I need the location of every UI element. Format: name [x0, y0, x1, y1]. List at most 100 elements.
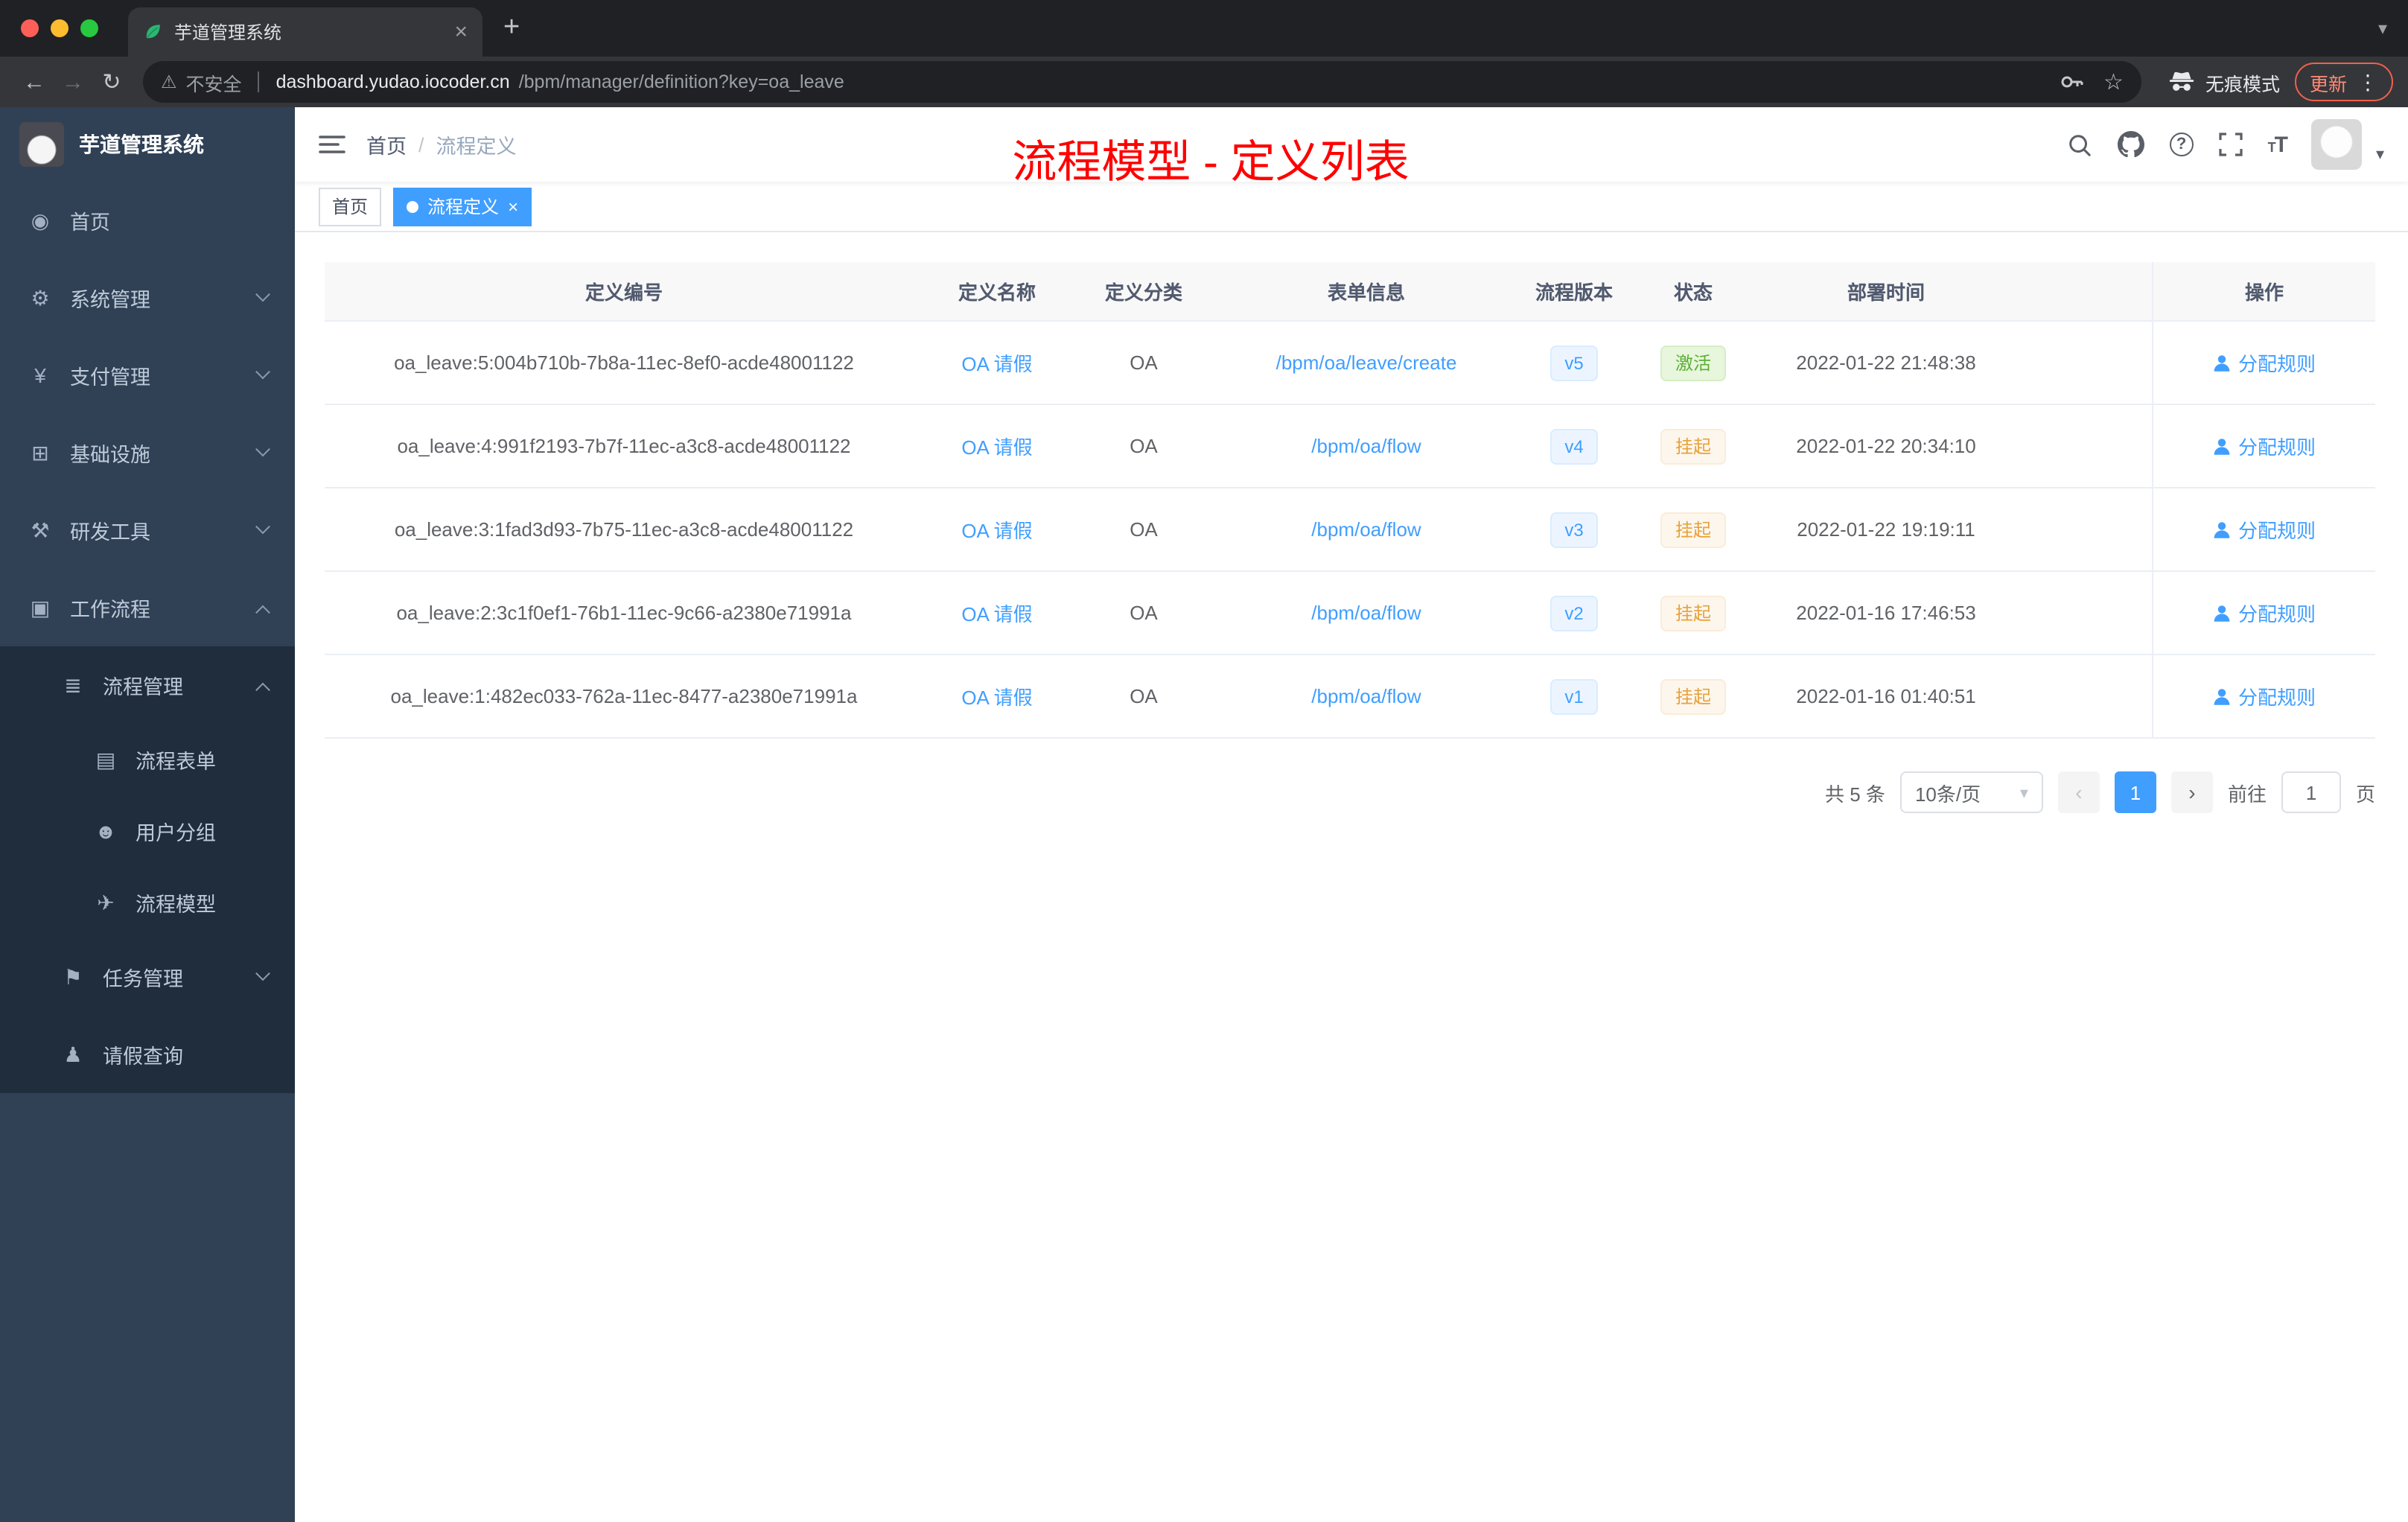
assign-rule-link[interactable]: 分配规则 [2213, 599, 2316, 627]
browser-menu-icon[interactable]: ⋮ [2357, 69, 2378, 95]
security-label: 不安全 [185, 74, 242, 95]
search-icon[interactable] [2067, 132, 2092, 157]
github-icon[interactable] [2117, 131, 2144, 158]
content-area: 定义编号 定义名称 定义分类 表单信息 流程版本 状态 部署时间 操作 oa_l… [295, 232, 2408, 1522]
chevron-icon [255, 965, 270, 981]
security-warning-icon: ⚠ [161, 71, 177, 92]
reload-icon[interactable]: ↻ [92, 63, 131, 101]
back-icon[interactable]: ← [15, 63, 54, 101]
browser-tab[interactable]: 芋道管理系统 × [128, 7, 482, 57]
assign-rule-link[interactable]: 分配规则 [2213, 682, 2316, 710]
form-link[interactable]: /bpm/oa/flow [1311, 518, 1421, 541]
sidebar-item-process-management[interactable]: ≣ 流程管理 [0, 646, 295, 724]
tab-search-icon[interactable]: ▾ [2378, 18, 2387, 39]
form-link[interactable]: /bpm/oa/leave/create [1276, 351, 1457, 374]
definition-name-link[interactable]: OA 请假 [961, 432, 1032, 460]
close-window-button[interactable] [21, 19, 39, 37]
devtools-icon: ⚒ [31, 518, 50, 541]
version-tag: v4 [1549, 428, 1599, 464]
status-tag: 挂起 [1660, 428, 1726, 464]
font-size-icon[interactable]: TT [2268, 132, 2288, 157]
sidebar-item[interactable]: ⚙ 系统管理 [0, 259, 295, 337]
col-deploy-time: 部署时间 [1847, 281, 1925, 304]
table-header: 定义编号 定义名称 定义分类 表单信息 流程版本 状态 部署时间 操作 [325, 262, 2375, 322]
address-bar[interactable]: ⚠ 不安全 dashboard.yudao.iocoder.cn /bpm/ma… [143, 61, 2141, 103]
breadcrumb-home[interactable]: 首页 [366, 130, 407, 159]
sidebar-item[interactable]: ♟ 请假查询 [0, 1016, 295, 1093]
assign-rule-link[interactable]: 分配规则 [2213, 348, 2316, 377]
deploy-time: 2022-01-22 20:34:10 [1796, 435, 1976, 457]
app-title: 芋道管理系统 [79, 133, 204, 156]
tab-close-icon[interactable]: × [454, 19, 468, 45]
sidebar-menu: ◉ 首页 ⚙ 系统管理 ¥ 支付管理 ⊞ 基础设施 ⚒ 研发工具 ▣ 工作流程 [0, 182, 295, 646]
url-path: /bpm/manager/definition?key=oa_leave [518, 71, 844, 92]
sidebar-item[interactable]: ◉ 首页 [0, 182, 295, 259]
update-chrome-button[interactable]: 更新 ⋮ [2294, 63, 2393, 101]
next-page-button[interactable]: › [2170, 771, 2213, 813]
user-icon [2213, 520, 2231, 538]
sidebar-item[interactable]: ¥ 支付管理 [0, 337, 295, 414]
bookmark-star-icon[interactable]: ☆ [2103, 69, 2124, 95]
user-icon [2213, 354, 2231, 372]
tag-home[interactable]: 首页 [319, 187, 382, 226]
page-unit-label: 页 [2355, 783, 2375, 805]
sidebar-item[interactable]: ✈ 流程模型 [0, 867, 295, 938]
forward-icon[interactable]: → [54, 63, 92, 101]
avatar[interactable] [2311, 119, 2363, 170]
prev-page-button[interactable]: ‹ [2057, 771, 2100, 813]
page-size-select[interactable]: 10条/页 ▾ [1899, 771, 2043, 813]
user-icon [2213, 687, 2231, 705]
definition-name-link[interactable]: OA 请假 [961, 682, 1032, 710]
password-key-icon[interactable] [2059, 70, 2083, 94]
url-divider [258, 71, 260, 92]
status-tag: 激活 [1660, 345, 1726, 380]
minimize-window-button[interactable] [51, 19, 69, 37]
deploy-time: 2022-01-22 19:19:11 [1797, 518, 1975, 541]
process-children: ▤ 流程表单 ☻ 用户分组 ✈ 流程模型 [0, 724, 295, 938]
sidebar-item[interactable]: ⊞ 基础设施 [0, 414, 295, 491]
version-tag: v5 [1549, 345, 1599, 380]
sidebar-item[interactable]: ⚑ 任务管理 [0, 938, 295, 1016]
maximize-window-button[interactable] [80, 19, 98, 37]
chevron-up-icon [255, 681, 270, 697]
form-link[interactable]: /bpm/oa/flow [1311, 602, 1421, 624]
page-number-button[interactable]: 1 [2114, 771, 2156, 813]
process-form-icon: ▤ [95, 747, 116, 771]
definition-name-link[interactable]: OA 请假 [961, 348, 1032, 377]
sidebar-item[interactable]: ▣ 工作流程 [0, 569, 295, 646]
new-tab-button[interactable]: + [503, 12, 520, 45]
annotation-title: 流程模型 - 定义列表 [1012, 138, 1410, 188]
tag-close-icon[interactable]: × [508, 196, 518, 217]
col-definition-id: 定义编号 [585, 281, 663, 304]
definition-table: 定义编号 定义名称 定义分类 表单信息 流程版本 状态 部署时间 操作 oa_l… [325, 262, 2375, 739]
screen: 芋道管理系统 × + ▾ ← → ↻ ⚠ 不安全 dashboard.yudao… [0, 0, 2408, 1522]
help-icon[interactable]: ? [2169, 133, 2194, 156]
infrastructure-icon: ⊞ [31, 440, 49, 464]
col-actions: 操作 [2152, 262, 2375, 320]
version-tag: v1 [1549, 678, 1599, 714]
sidebar-item[interactable]: ⚒ 研发工具 [0, 491, 295, 569]
app-logo[interactable]: 芋道管理系统 [0, 107, 295, 182]
sidebar-item[interactable]: ☻ 用户分组 [0, 795, 295, 867]
goto-label: 前往 [2227, 783, 2267, 805]
goto-page-input[interactable] [2281, 771, 2341, 813]
caret-down-icon[interactable]: ▾ [2376, 144, 2384, 170]
hamburger-icon[interactable] [319, 134, 345, 155]
tag-current[interactable]: 流程定义 × [393, 187, 532, 226]
user-icon [2213, 437, 2231, 455]
assign-rule-link[interactable]: 分配规则 [2213, 432, 2316, 460]
total-count: 共 5 条 [1825, 783, 1885, 805]
sidebar-item[interactable]: ▤ 流程表单 [0, 724, 295, 795]
definition-name-link[interactable]: OA 请假 [961, 599, 1032, 627]
fullscreen-icon[interactable] [2218, 133, 2243, 156]
version-tag: v3 [1549, 512, 1599, 547]
form-link[interactable]: /bpm/oa/flow [1311, 435, 1421, 457]
process-model-icon: ✈ [97, 890, 115, 914]
assign-rule-link[interactable]: 分配规则 [2213, 515, 2316, 544]
app-frame: 芋道管理系统 ◉ 首页 ⚙ 系统管理 ¥ 支付管理 ⊞ 基础设施 ⚒ 研发工具 … [0, 107, 2408, 1522]
incognito-badge: 无痕模式 [2168, 68, 2280, 96]
form-link[interactable]: /bpm/oa/flow [1311, 685, 1421, 707]
definition-name-link[interactable]: OA 请假 [961, 515, 1032, 544]
col-definition-name: 定义名称 [958, 281, 1036, 304]
incognito-label: 无痕模式 [2205, 74, 2280, 95]
